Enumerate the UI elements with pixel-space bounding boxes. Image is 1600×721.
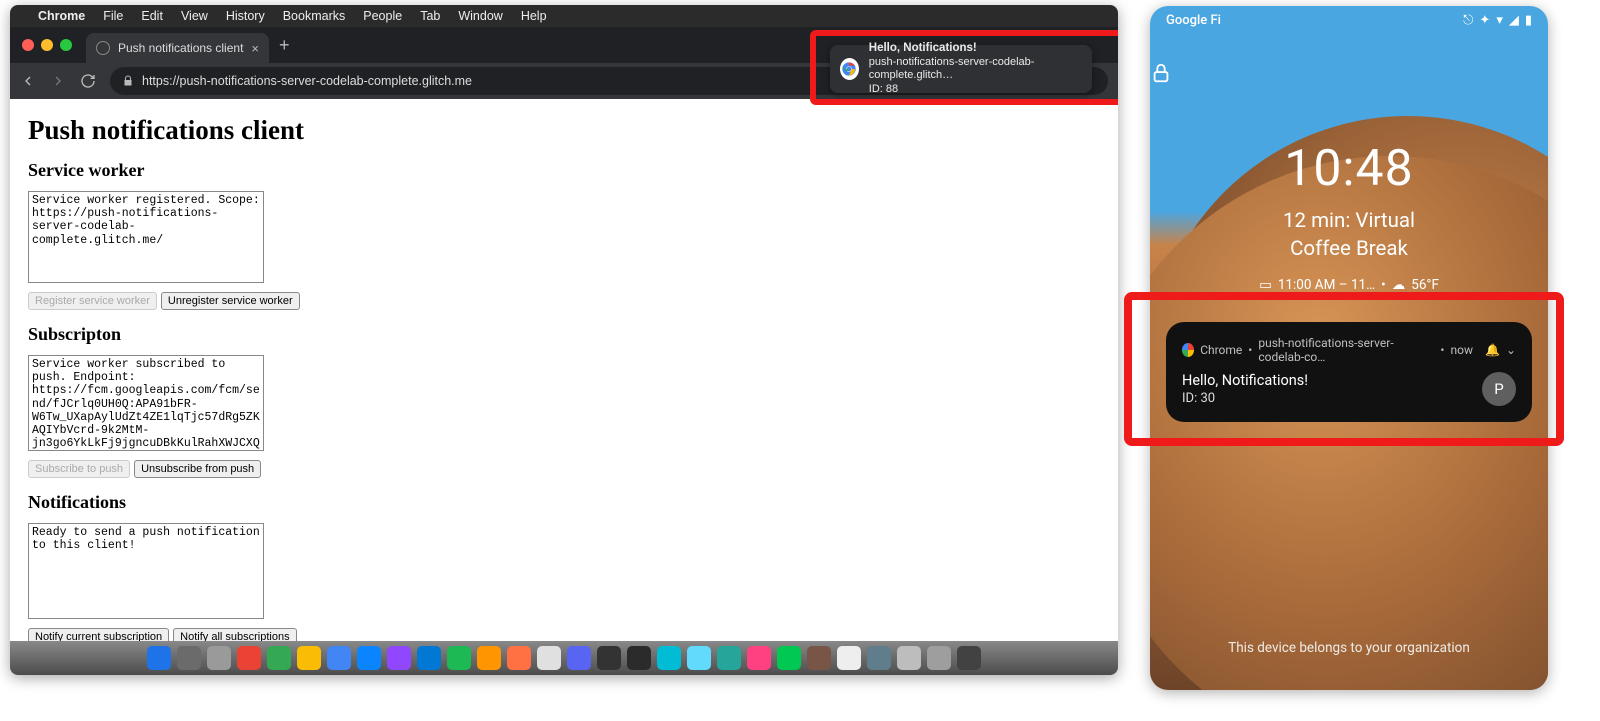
- wifi-icon: ▾: [1496, 13, 1503, 28]
- menu-file[interactable]: File: [103, 9, 123, 23]
- dock-app-icon[interactable]: [507, 646, 531, 670]
- android-statusbar: Google Fi ⎋ ✦ ▾ ◢ ▮: [1150, 6, 1548, 34]
- dock-app-icon[interactable]: [807, 646, 831, 670]
- service-worker-textarea[interactable]: [28, 191, 264, 283]
- at-a-glance-line: ▭ 11:00 AM – 11… • ☁ 56°F: [1150, 277, 1548, 293]
- browser-tab[interactable]: Push notifications client ×: [86, 33, 269, 63]
- menu-tab[interactable]: Tab: [420, 9, 440, 23]
- event-line1: 12 min: Virtual: [1150, 208, 1548, 236]
- dock-app-icon[interactable]: [627, 646, 651, 670]
- window-controls: [22, 39, 72, 51]
- dock-app-icon[interactable]: [267, 646, 291, 670]
- dock-app-icon[interactable]: [567, 646, 591, 670]
- dock-app-icon[interactable]: [447, 646, 471, 670]
- carrier-label: Google Fi: [1166, 13, 1221, 28]
- notify-all-subscriptions-button[interactable]: Notify all subscriptions: [173, 628, 296, 641]
- section-notifications: Notifications: [28, 492, 1100, 513]
- cast-icon: ⎋: [1463, 13, 1473, 28]
- dock-app-icon[interactable]: [717, 646, 741, 670]
- new-tab-button[interactable]: +: [279, 35, 290, 56]
- window-minimize-button[interactable]: [41, 39, 53, 51]
- macos-menubar: Chrome File Edit View History Bookmarks …: [10, 5, 1118, 27]
- organization-label: This device belongs to your organization: [1150, 640, 1548, 656]
- subscription-textarea[interactable]: [28, 355, 264, 451]
- subscribe-to-push-button[interactable]: Subscribe to push: [28, 460, 130, 478]
- dock-app-icon[interactable]: [147, 646, 171, 670]
- dock-app-icon[interactable]: [927, 646, 951, 670]
- page-title: Push notifications client: [28, 115, 1100, 146]
- lockscreen-clock: 10:48: [1150, 140, 1548, 198]
- dock-app-icon[interactable]: [777, 646, 801, 670]
- temperature: 56°F: [1411, 277, 1439, 293]
- menu-people[interactable]: People: [363, 9, 402, 23]
- window-zoom-button[interactable]: [60, 39, 72, 51]
- menu-view[interactable]: View: [181, 9, 208, 23]
- dock-app-icon[interactable]: [177, 646, 201, 670]
- vibrate-icon: ✦: [1479, 13, 1490, 28]
- lock-icon: [122, 75, 134, 87]
- section-subscription: Subscripton: [28, 324, 1100, 345]
- section-service-worker: Service worker: [28, 160, 1100, 181]
- dock-app-icon[interactable]: [537, 646, 561, 670]
- cloud-icon: ☁: [1392, 277, 1406, 293]
- dock-app-icon[interactable]: [837, 646, 861, 670]
- event-line2: Coffee Break: [1150, 236, 1548, 264]
- calendar-icon: ▭: [1259, 277, 1272, 293]
- notify-current-subscription-button[interactable]: Notify current subscription: [28, 628, 169, 641]
- menu-bookmarks[interactable]: Bookmarks: [283, 9, 346, 23]
- dock-app-icon[interactable]: [477, 646, 501, 670]
- dock-app-icon[interactable]: [957, 646, 981, 670]
- dock-app-icon[interactable]: [657, 646, 681, 670]
- macos-dock: [10, 641, 1118, 675]
- url-text: https://push-notifications-server-codela…: [142, 74, 472, 88]
- window-close-button[interactable]: [22, 39, 34, 51]
- dock-app-icon[interactable]: [327, 646, 351, 670]
- event-time: 11:00 AM – 11…: [1278, 277, 1375, 293]
- dock-app-icon[interactable]: [867, 646, 891, 670]
- unsubscribe-from-push-button[interactable]: Unsubscribe from push: [134, 460, 261, 478]
- annotation-highlight-box: [810, 30, 1118, 105]
- unregister-service-worker-button[interactable]: Unregister service worker: [161, 292, 300, 310]
- dock-app-icon[interactable]: [417, 646, 441, 670]
- register-service-worker-button[interactable]: Register service worker: [28, 292, 157, 310]
- dock-app-icon[interactable]: [897, 646, 921, 670]
- dot-separator: •: [1381, 277, 1386, 293]
- dock-app-icon[interactable]: [387, 646, 411, 670]
- menu-edit[interactable]: Edit: [141, 9, 163, 23]
- menu-help[interactable]: Help: [521, 9, 547, 23]
- lock-icon: [1150, 62, 1548, 84]
- macos-chrome-window: Chrome File Edit View History Bookmarks …: [10, 5, 1118, 675]
- globe-icon: [96, 41, 110, 55]
- tab-title: Push notifications client: [118, 41, 243, 55]
- reload-button[interactable]: [80, 73, 96, 89]
- menubar-appname[interactable]: Chrome: [38, 9, 85, 23]
- dock-app-icon[interactable]: [207, 646, 231, 670]
- dock-app-icon[interactable]: [297, 646, 321, 670]
- dock-app-icon[interactable]: [747, 646, 771, 670]
- back-button[interactable]: [20, 73, 36, 89]
- calendar-event: 12 min: Virtual Coffee Break: [1150, 208, 1548, 263]
- dock-app-icon[interactable]: [357, 646, 381, 670]
- notifications-textarea[interactable]: [28, 523, 264, 619]
- dock-app-icon[interactable]: [687, 646, 711, 670]
- dock-app-icon[interactable]: [597, 646, 621, 670]
- forward-button[interactable]: [50, 73, 66, 89]
- dock-app-icon[interactable]: [237, 646, 261, 670]
- tab-close-icon[interactable]: ×: [251, 41, 259, 56]
- annotation-highlight-box: [1124, 292, 1564, 446]
- menu-window[interactable]: Window: [458, 9, 502, 23]
- signal-icon: ◢: [1509, 13, 1519, 28]
- page-content: Push notifications client Service worker…: [10, 99, 1118, 641]
- battery-icon: ▮: [1525, 13, 1532, 28]
- menu-history[interactable]: History: [226, 9, 265, 23]
